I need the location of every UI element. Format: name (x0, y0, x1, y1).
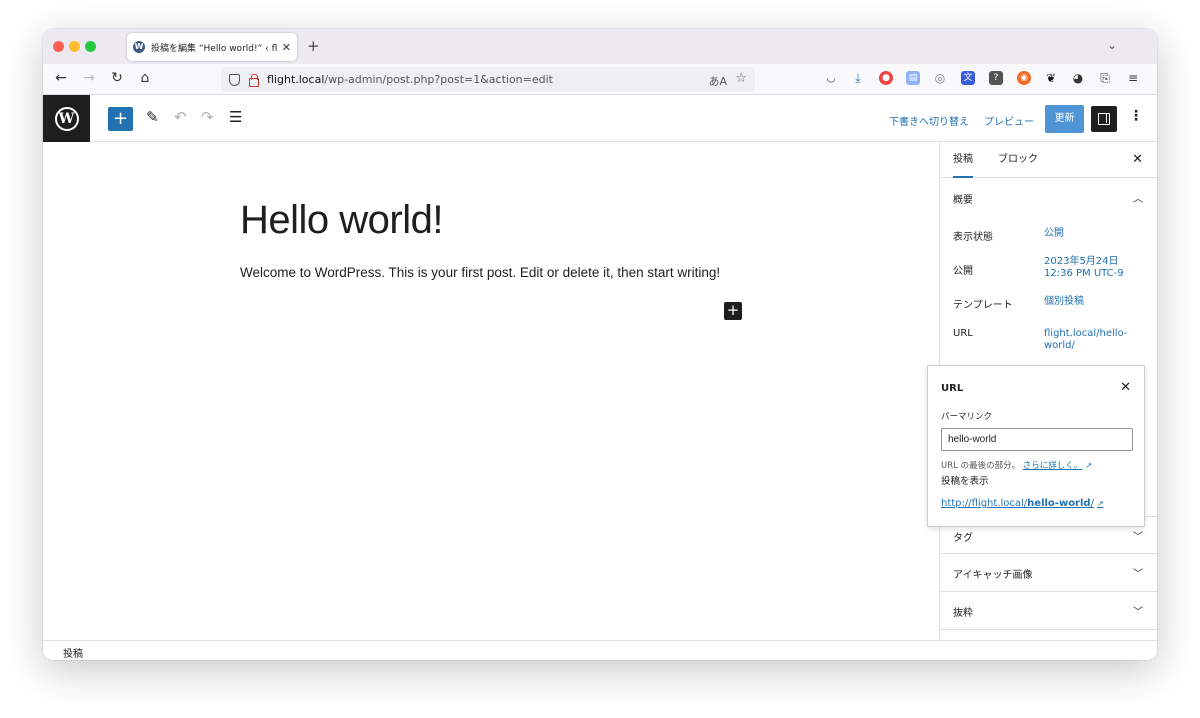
preview-button[interactable]: プレビュー (984, 113, 1034, 128)
summary-heading: 概要 (953, 195, 973, 206)
tab-strip: W 投稿を編集 “Hello world!” ‹ flight ✕ + ⌄ (43, 29, 1157, 64)
pocket-icon[interactable]: ◡ (824, 71, 838, 85)
settings-sidebar-button[interactable] (1091, 106, 1117, 132)
hamburger-menu-icon[interactable]: ≡ (1126, 71, 1140, 85)
permalink-suffix: / (1090, 498, 1094, 509)
extension-doc-icon[interactable]: ▤ (906, 71, 920, 85)
visibility-label: 表示状態 (953, 232, 993, 243)
block-breadcrumb-bar: 投稿 (43, 640, 1157, 660)
publish-date: 2023年5月24日 (1044, 256, 1119, 267)
tab-post[interactable]: 投稿 (953, 142, 973, 178)
panel-excerpt[interactable]: 抜粋 ﹀ (940, 592, 1157, 630)
browser-window: W 投稿を編集 “Hello world!” ‹ flight ✕ + ⌄ ← … (43, 29, 1157, 660)
editor-header: W + ✎ ↶ ↷ ☰ 下書きへ切り替え プレビュー 更新 ⋮ (43, 95, 1157, 142)
translate-icon[interactable]: あA (708, 73, 727, 89)
permalink-help-text: URL の最後の部分。 (941, 461, 1021, 471)
learn-more-link[interactable]: さらに詳しく。 (1023, 461, 1083, 471)
close-window-button[interactable] (53, 41, 64, 52)
external-link-icon: ↗ (1096, 499, 1104, 508)
url-popover: URL ✕ パーマリンク URL の最後の部分。 さらに詳しく。↗ 投稿を表示 … (927, 365, 1145, 527)
pencil-edit-icon[interactable]: ✎ (146, 108, 159, 126)
url-text: flight.local/wp-admin/post.php?post=1&ac… (267, 73, 553, 86)
editor-canvas: Hello world! Welcome to WordPress. This … (43, 142, 939, 640)
sidebar-tabs: 投稿 ブロック ✕ (940, 142, 1157, 178)
extension-red-icon[interactable]: ● (879, 71, 893, 85)
template-label: テンプレート (953, 300, 1013, 311)
tab-close-icon[interactable]: ✕ (282, 41, 291, 54)
list-view-icon[interactable]: ☰ (229, 108, 242, 126)
more-options-icon[interactable]: ⋮ (1129, 108, 1143, 124)
chevron-down-icon: ﹀ (1133, 532, 1143, 543)
forward-icon[interactable]: → (80, 70, 98, 86)
extensions-puzzle-icon[interactable]: ⎘ (1098, 71, 1112, 85)
url-value[interactable]: flight.local/hello-world/ (1044, 328, 1144, 352)
tab-title: 投稿を編集 “Hello world!” ‹ flight (151, 43, 278, 54)
view-post-label: 投稿を表示 (941, 476, 989, 487)
address-bar[interactable]: flight.local/wp-admin/post.php?post=1&ac… (221, 67, 755, 92)
extension-duckduckgo-icon[interactable]: ◉ (1017, 71, 1031, 85)
navigation-bar: ← → ↻ ⌂ flight.local/wp-admin/post.php?p… (43, 64, 1157, 95)
permalink-slug: hello-world (1027, 498, 1091, 509)
tags-panel-label: タグ (953, 533, 973, 544)
chevron-down-icon: ﹀ (1133, 607, 1143, 618)
close-popover-icon[interactable]: ✕ (1120, 380, 1131, 395)
sidebar-toggle-icon (1098, 113, 1110, 125)
extension-github-icon[interactable]: ◎ (933, 71, 947, 85)
summary-panel-header[interactable]: 概要 ︿ (940, 179, 1157, 217)
permalink-link[interactable]: http://flight.local/hello-world/↗ (941, 498, 1104, 509)
tab-list-chevron-icon[interactable]: ⌄ (1107, 38, 1117, 52)
visibility-value[interactable]: 公開 (1044, 228, 1144, 240)
featured-image-panel-label: アイキャッチ画像 (953, 570, 1033, 581)
bookmark-star-icon[interactable]: ☆ (735, 71, 747, 86)
popover-title: URL (941, 383, 964, 394)
permalink-help: URL の最後の部分。 さらに詳しく。 ↗ (941, 459, 1092, 471)
url-line-1: flight.local/hello- (1044, 328, 1128, 339)
back-icon[interactable]: ← (52, 70, 70, 86)
reload-icon[interactable]: ↻ (108, 70, 126, 86)
add-block-icon[interactable]: + (724, 302, 742, 320)
insecure-lock-icon[interactable] (248, 74, 259, 87)
minimize-window-button[interactable] (69, 41, 80, 52)
update-button[interactable]: 更新 (1045, 105, 1084, 133)
publish-date-value[interactable]: 2023年5月24日 12:36 PM UTC-9 (1044, 256, 1144, 280)
wordpress-favicon-icon: W (133, 41, 145, 53)
close-sidebar-icon[interactable]: ✕ (1132, 152, 1143, 167)
publish-time: 12:36 PM UTC-9 (1044, 268, 1124, 279)
chevron-up-icon: ︿ (1133, 194, 1143, 205)
panel-featured-image[interactable]: アイキャッチ画像 ﹀ (940, 554, 1157, 592)
undo-icon[interactable]: ↶ (174, 108, 187, 126)
extension-translate-icon[interactable]: 文 (961, 71, 975, 85)
url-line-2: world/ (1044, 340, 1075, 351)
redo-icon[interactable]: ↷ (201, 108, 214, 126)
toggle-block-inserter-button[interactable]: + (108, 107, 133, 131)
publish-label: 公開 (953, 266, 973, 277)
zoom-window-button[interactable] (85, 41, 96, 52)
external-link-icon: ↗ (1085, 461, 1092, 470)
breadcrumb-post[interactable]: 投稿 (63, 645, 83, 660)
browser-tab[interactable]: W 投稿を編集 “Hello world!” ‹ flight ✕ (127, 33, 297, 61)
extension-bird-icon[interactable]: ❦ (1044, 71, 1058, 85)
paragraph-block[interactable]: Welcome to WordPress. This is your first… (240, 265, 720, 280)
switch-to-draft-button[interactable]: 下書きへ切り替え (889, 113, 969, 128)
chevron-down-icon: ﹀ (1133, 569, 1143, 580)
permalink-prefix: http://flight.local/ (941, 498, 1028, 509)
permalink-slug-input[interactable] (941, 428, 1133, 451)
template-value[interactable]: 個別投稿 (1044, 296, 1144, 308)
tab-block[interactable]: ブロック (998, 142, 1038, 178)
post-title[interactable]: Hello world! (240, 198, 443, 243)
new-tab-icon[interactable]: + (307, 37, 320, 55)
excerpt-panel-label: 抜粋 (953, 608, 973, 619)
tracking-protection-shield-icon[interactable] (229, 73, 240, 86)
extension-help-icon[interactable]: ? (989, 71, 1003, 85)
downloads-icon[interactable]: ⤓ (851, 71, 865, 85)
wordpress-logo-icon: W (54, 106, 79, 131)
extension-circle-icon[interactable]: ◕ (1071, 71, 1085, 85)
permalink-label: パーマリンク (941, 412, 993, 422)
url-path: /wp-admin/post.php?post=1&action=edit (324, 73, 553, 86)
url-host: flight.local (267, 73, 325, 86)
wordpress-logo-button[interactable]: W (43, 95, 90, 142)
url-label: URL (953, 328, 973, 339)
home-icon[interactable]: ⌂ (136, 70, 154, 86)
